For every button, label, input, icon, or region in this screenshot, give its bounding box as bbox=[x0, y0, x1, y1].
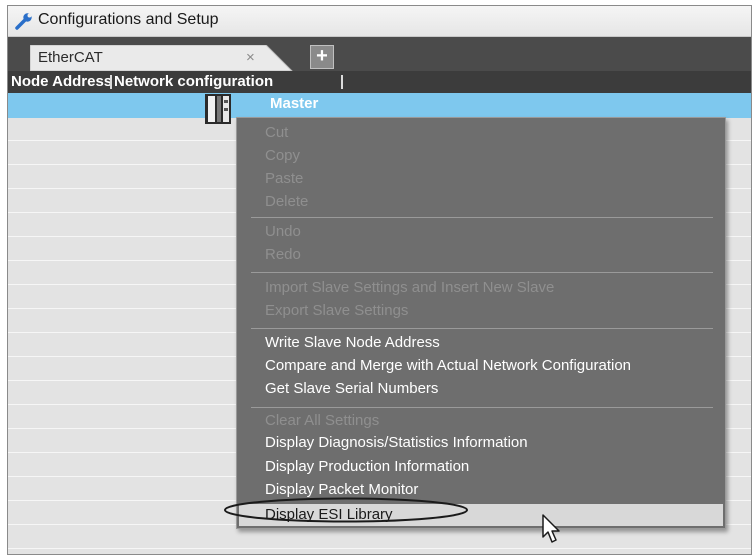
menu-item-write-node-address[interactable]: Write Slave Node Address bbox=[265, 334, 440, 351]
menu-item-paste: Paste bbox=[265, 170, 304, 187]
menu-separator bbox=[251, 272, 713, 273]
tab-ethercat[interactable]: EtherCAT × bbox=[30, 45, 293, 71]
menu-item-cut: Cut bbox=[265, 124, 289, 141]
menu-item-export-slave: Export Slave Settings bbox=[265, 302, 409, 319]
column-header: Node Address Network configuration bbox=[8, 71, 751, 93]
menu-item-copy: Copy bbox=[265, 147, 301, 164]
menu-item-delete: Delete bbox=[265, 193, 309, 210]
column-divider[interactable] bbox=[110, 75, 112, 89]
context-menu: Cut Copy Paste Delete Undo Redo Import S… bbox=[236, 117, 726, 529]
wrench-icon bbox=[15, 13, 32, 30]
column-network-config[interactable]: Network configuration bbox=[114, 73, 273, 90]
column-divider[interactable] bbox=[341, 75, 343, 89]
mouse-cursor-icon bbox=[542, 514, 560, 543]
menu-item-import-slave: Import Slave Settings and Insert New Sla… bbox=[265, 279, 555, 296]
menu-item-diagnosis-statistics[interactable]: Display Diagnosis/Statistics Information bbox=[265, 434, 528, 451]
menu-separator bbox=[251, 407, 713, 408]
menu-item-redo: Redo bbox=[265, 246, 301, 263]
window-title: Configurations and Setup bbox=[38, 11, 219, 28]
menu-item-compare-merge[interactable]: Compare and Merge with Actual Network Co… bbox=[265, 357, 631, 374]
annotation-ellipse bbox=[224, 497, 468, 523]
tab-label: EtherCAT bbox=[38, 49, 103, 66]
master-label: Master bbox=[270, 95, 319, 112]
column-node-address[interactable]: Node Address bbox=[11, 73, 112, 90]
menu-separator bbox=[251, 328, 713, 329]
menu-item-clear-all: Clear All Settings bbox=[265, 412, 380, 429]
configurations-window: Configurations and Setup EtherCAT × + No… bbox=[7, 5, 752, 555]
title-bar: Configurations and Setup bbox=[8, 6, 751, 37]
add-tab-button[interactable]: + bbox=[310, 45, 334, 69]
controller-icon bbox=[205, 94, 231, 124]
menu-separator bbox=[251, 217, 713, 218]
menu-item-production-info[interactable]: Display Production Information bbox=[265, 458, 469, 475]
menu-item-get-serial-numbers[interactable]: Get Slave Serial Numbers bbox=[265, 380, 438, 397]
menu-item-undo: Undo bbox=[265, 223, 301, 240]
master-row[interactable]: Master bbox=[8, 93, 751, 124]
close-icon[interactable]: × bbox=[246, 49, 255, 66]
tab-bar: EtherCAT × + bbox=[8, 37, 751, 71]
